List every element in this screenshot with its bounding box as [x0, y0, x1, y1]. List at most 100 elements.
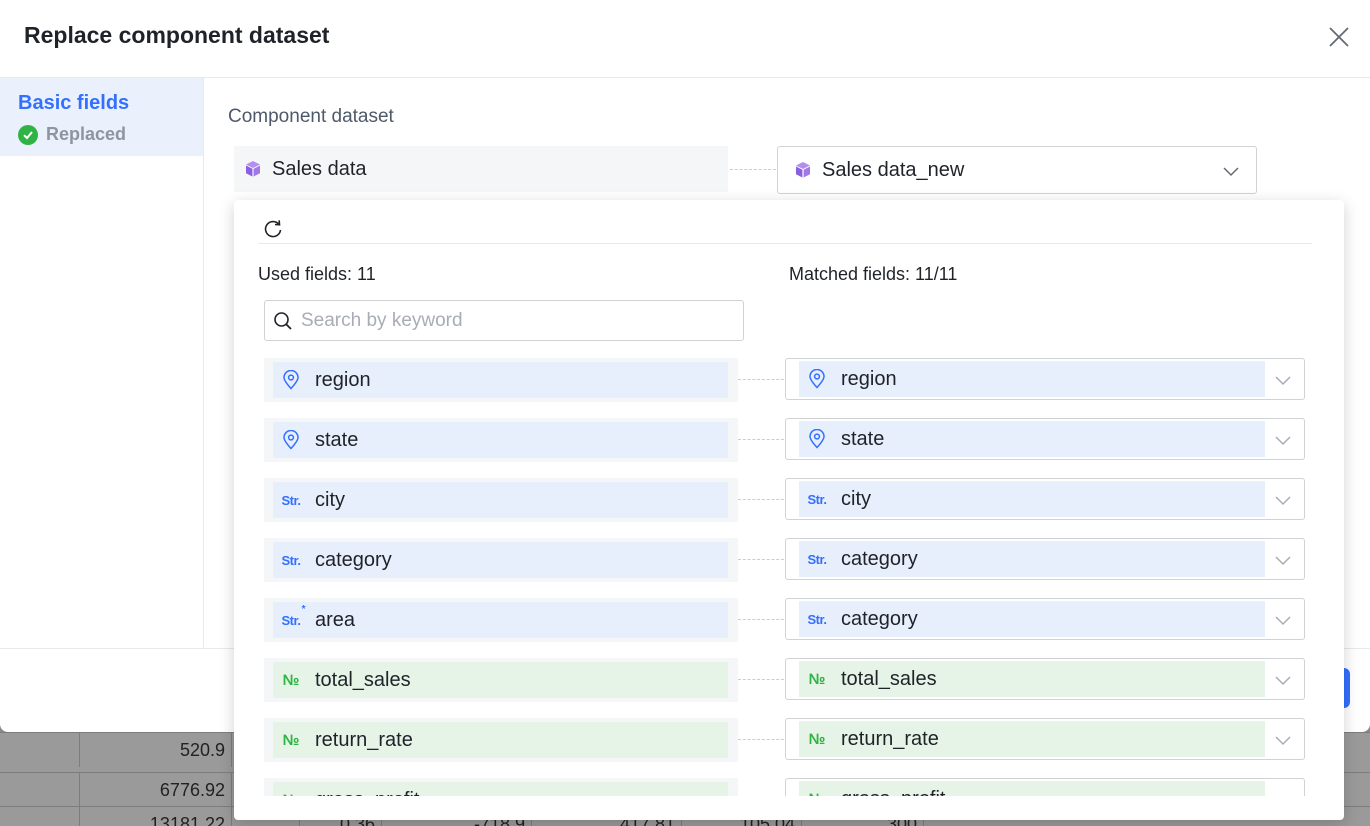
chevron-down-icon	[1275, 616, 1291, 626]
section-label: Component dataset	[228, 106, 394, 127]
dataset-connector	[730, 169, 776, 170]
number-type-icon: №	[282, 731, 300, 749]
field-mapping-row: № total_sales № total_sales	[234, 658, 1344, 702]
check-circle-icon	[18, 124, 38, 145]
source-field-name: city	[315, 488, 345, 511]
dataset-cube-icon	[794, 161, 812, 179]
source-field-name: gross_profit	[315, 789, 420, 797]
source-field: Str. * area	[264, 598, 738, 642]
sidebar-item-label: Basic fields	[18, 92, 130, 114]
string-type-icon: Str.	[281, 492, 301, 508]
source-field: region	[264, 358, 738, 402]
string-type-icon: Str.	[807, 491, 827, 507]
field-mapping-panel: Used fields: 11 Matched fields: 11/11 re…	[234, 200, 1344, 820]
target-field-name: return_rate	[841, 727, 939, 750]
background-cell: 13181.22	[80, 807, 232, 826]
field-mapping-row: № return_rate № return_rate	[234, 718, 1344, 762]
source-field-name: return_rate	[315, 728, 413, 751]
source-field-name: state	[315, 428, 359, 451]
source-field: state	[264, 418, 738, 462]
source-field-name: area	[315, 608, 356, 631]
target-field-select[interactable]: state	[785, 418, 1305, 460]
location-pin-icon	[279, 428, 303, 452]
chevron-down-icon	[1275, 676, 1291, 686]
close-button[interactable]	[1326, 24, 1352, 50]
modal-title: Replace component dataset	[24, 22, 330, 48]
field-connector	[738, 559, 784, 560]
source-field-name: category	[315, 548, 392, 571]
chevron-down-icon	[1275, 496, 1291, 506]
field-mapping-row: Str. category Str. category	[234, 538, 1344, 582]
source-dataset: Sales data	[234, 146, 728, 192]
target-field-name: total_sales	[841, 667, 937, 690]
modal-header: Replace component dataset	[0, 0, 1370, 78]
custom-string-type-icon: Str. *	[281, 604, 306, 628]
string-type-icon: Str.	[807, 611, 827, 627]
target-field-select[interactable]: № total_sales	[785, 658, 1305, 700]
location-pin-icon	[279, 368, 303, 392]
sidebar-item-basic-fields[interactable]: Basic fields Replaced	[0, 78, 203, 156]
status-text: Replaced	[46, 124, 127, 144]
number-type-icon: №	[805, 787, 829, 797]
target-field-name: category	[841, 547, 918, 570]
source-field: № total_sales	[264, 658, 738, 702]
field-mapping-row: Str. * area Str. category	[234, 598, 1344, 642]
string-type-icon: Str.	[807, 551, 827, 567]
source-field: № return_rate	[264, 718, 738, 762]
sidebar: Basic fields Replaced	[0, 78, 204, 648]
source-dataset-name: Sales data	[272, 157, 367, 180]
target-field-select[interactable]: № gross_profit	[785, 778, 1305, 796]
status-badge: Replaced	[18, 124, 126, 145]
chevron-down-icon	[1275, 376, 1291, 386]
chevron-down-icon	[1223, 167, 1239, 177]
target-field-select[interactable]: region	[785, 358, 1305, 400]
chevron-down-icon	[1274, 791, 1292, 796]
number-type-icon: №	[808, 730, 826, 748]
target-field-name: city	[841, 487, 871, 510]
source-field: Str. category	[264, 538, 738, 582]
background-cell	[0, 773, 80, 807]
target-field-name: category	[841, 607, 918, 630]
target-field-select[interactable]: № return_rate	[785, 718, 1305, 760]
source-field-name: region	[315, 368, 371, 391]
close-icon	[1329, 27, 1349, 47]
field-mapping-row: state state	[234, 418, 1344, 462]
string-type-icon: Str.	[281, 552, 301, 568]
field-mapping-row: region region	[234, 358, 1344, 402]
refresh-button[interactable]	[262, 218, 284, 240]
location-pin-icon	[805, 367, 829, 391]
background-cell	[0, 807, 80, 826]
search-input[interactable]	[301, 309, 721, 332]
field-connector	[738, 739, 784, 740]
field-mapping-row: Str. city Str. city	[234, 478, 1344, 522]
target-dataset-select[interactable]: Sales data_new	[777, 146, 1257, 194]
target-field-select[interactable]: Str. category	[785, 598, 1305, 640]
target-field-name: region	[841, 367, 897, 390]
field-connector	[738, 499, 784, 500]
dataset-cube-icon	[244, 160, 262, 178]
chevron-down-icon	[1275, 736, 1291, 746]
chevron-down-icon	[1275, 556, 1291, 566]
field-connector	[738, 439, 784, 440]
field-mapping-list: region region state state Str. city Str.…	[234, 358, 1344, 796]
target-field-select[interactable]: Str. city	[785, 478, 1305, 520]
source-field-name: total_sales	[315, 668, 411, 691]
search-icon	[274, 311, 292, 330]
source-field: № gross_profit	[264, 778, 738, 796]
field-connector	[738, 379, 784, 380]
source-field: Str. city	[264, 478, 738, 522]
chevron-down-icon	[1275, 436, 1291, 446]
panel-divider	[258, 243, 1312, 244]
location-pin-icon	[805, 427, 829, 451]
field-mapping-row: № gross_profit № gross_profit	[234, 778, 1344, 796]
field-connector	[738, 679, 784, 680]
number-type-icon: №	[279, 788, 303, 797]
number-type-icon: №	[808, 670, 826, 688]
number-type-icon: №	[282, 671, 300, 689]
search-box	[264, 300, 744, 341]
matched-fields-count: Matched fields: 11/11	[789, 264, 958, 284]
target-field-select[interactable]: Str. category	[785, 538, 1305, 580]
refresh-icon	[264, 220, 282, 238]
target-dataset-name: Sales data_new	[822, 158, 965, 181]
used-fields-count: Used fields: 11	[258, 264, 376, 284]
